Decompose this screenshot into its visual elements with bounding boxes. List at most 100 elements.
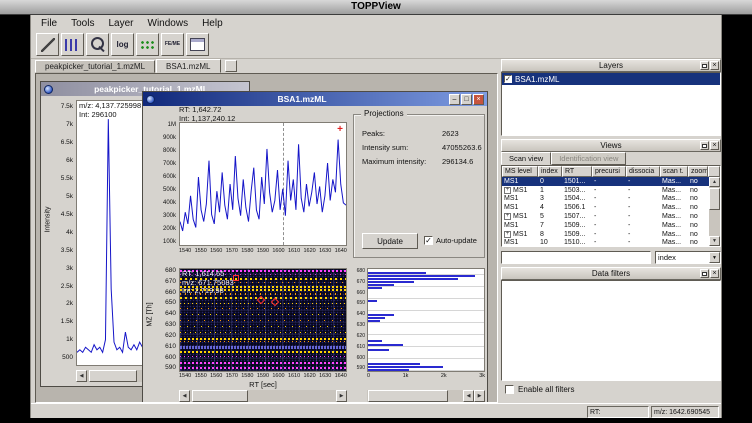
- menu-help[interactable]: Help: [195, 17, 230, 30]
- tick-label: 1.5k: [61, 319, 73, 326]
- update-button[interactable]: Update: [362, 233, 418, 249]
- column-header[interactable]: dissocia: [626, 166, 660, 177]
- tick-label: 2k: [441, 373, 447, 379]
- tick-label: 1640: [335, 248, 347, 254]
- tick-label: 100k: [163, 239, 176, 246]
- scan-table-row[interactable]: +MS151507...--Mas...no: [502, 212, 720, 221]
- scroll-left-icon[interactable]: ◀: [76, 370, 87, 382]
- scroll-left-icon[interactable]: ◀: [463, 390, 474, 402]
- scroll-thumb[interactable]: [368, 390, 448, 402]
- menu-tools[interactable]: Tools: [64, 17, 101, 30]
- menu-bar: FileToolsLayerWindowsHelp: [31, 15, 721, 31]
- column-header[interactable]: zoom: [688, 166, 708, 177]
- selection-marker: [257, 295, 265, 303]
- float-icon[interactable]: [700, 269, 709, 278]
- expand-icon[interactable]: +: [504, 213, 511, 220]
- desktop-titlebar[interactable]: TOPPView: [0, 0, 752, 15]
- column-header[interactable]: scan t.: [660, 166, 688, 177]
- scan-table-row[interactable]: MS131504...--Mas...no: [502, 195, 720, 204]
- minimize-icon[interactable]: –: [449, 94, 460, 105]
- scan-table: MS levelindexRTprecursidissociascan t.zo…: [501, 165, 721, 247]
- scroll-thumb[interactable]: [89, 370, 137, 382]
- zoom-tool-icon[interactable]: [86, 33, 109, 56]
- maximize-icon[interactable]: □: [461, 94, 472, 105]
- views-dock-titlebar[interactable]: Views ×: [501, 139, 721, 152]
- scan-table-row[interactable]: MS141506.1--Mas...no: [502, 203, 720, 212]
- scroll-down-icon[interactable]: ▼: [709, 236, 720, 246]
- close-icon[interactable]: ×: [473, 94, 484, 105]
- rt-plot[interactable]: +: [179, 122, 347, 246]
- projection-h-scrollbar[interactable]: ◀ ▶: [367, 390, 485, 402]
- fe-me-icon[interactable]: FE/ME: [161, 33, 184, 56]
- column-header[interactable]: MS level: [502, 166, 538, 177]
- combo-dropdown-icon[interactable]: ▼: [709, 252, 720, 263]
- expand-icon[interactable]: +: [504, 187, 511, 194]
- tab-scan-view[interactable]: Scan view: [501, 152, 551, 165]
- menu-file[interactable]: File: [34, 17, 64, 30]
- float-icon[interactable]: [700, 141, 709, 150]
- expand-icon[interactable]: +: [504, 231, 511, 238]
- tick-label: 1580: [241, 248, 253, 254]
- close-icon[interactable]: ×: [710, 141, 719, 150]
- tick-label: 400k: [163, 200, 176, 207]
- enable-all-filters-label: Enable all filters: [518, 385, 574, 394]
- measure-tool-icon[interactable]: [36, 33, 59, 56]
- log-scale-icon[interactable]: log: [111, 33, 134, 56]
- scroll-thumb[interactable]: [709, 188, 720, 210]
- scan-table-scrollbar[interactable]: ▲ ▼: [709, 177, 720, 246]
- scan-search-column-combo[interactable]: index ▼: [655, 251, 721, 264]
- auto-update-checkbox[interactable]: ✓: [424, 236, 433, 245]
- peaks-label: Peaks:: [362, 129, 442, 138]
- window-controls: –□×: [449, 94, 484, 105]
- peak-y-axis-label: Intensity: [45, 198, 52, 242]
- layers-dock-titlebar[interactable]: Layers ×: [501, 59, 721, 72]
- layer-visible-checkbox[interactable]: ✓: [504, 75, 512, 83]
- scroll-thumb[interactable]: [192, 390, 248, 402]
- column-header[interactable]: precursi: [592, 166, 626, 177]
- column-header[interactable]: RT: [562, 166, 592, 177]
- tick-label: 1570: [226, 373, 238, 379]
- data-filters-dock-titlebar[interactable]: Data filters ×: [501, 267, 721, 280]
- tick-label: 1570: [226, 248, 238, 254]
- scroll-track[interactable]: [190, 390, 336, 402]
- menu-layer[interactable]: Layer: [101, 17, 140, 30]
- scroll-left-icon[interactable]: ◀: [179, 390, 190, 402]
- bsa-window[interactable]: BSA1.mzML –□× RT: 1,642.72 Int: 1,137,24…: [142, 91, 488, 403]
- column-header[interactable]: index: [538, 166, 562, 177]
- scan-table-row[interactable]: MS101501...--Mas...no: [502, 177, 720, 186]
- enable-all-filters-checkbox[interactable]: [505, 385, 514, 394]
- close-icon[interactable]: ×: [710, 269, 719, 278]
- document-tab-0[interactable]: peakpicker_tutorial_1.mzML: [35, 60, 155, 73]
- tab-list-button[interactable]: [225, 60, 237, 72]
- selection-marker: [270, 298, 278, 306]
- scan-search-input[interactable]: [501, 251, 651, 264]
- scroll-track[interactable]: [709, 187, 720, 236]
- tick-label: 660: [165, 290, 176, 297]
- tick-label: 7.5k: [61, 104, 73, 111]
- scroll-right-icon[interactable]: ▶: [474, 390, 485, 402]
- map-h-scrollbar[interactable]: ◀ ▶: [179, 390, 347, 402]
- layer-item[interactable]: ✓ BSA1.mzML: [502, 73, 720, 85]
- dock-buttons: ×: [700, 61, 719, 70]
- menu-windows[interactable]: Windows: [141, 17, 196, 30]
- peaks-tool-icon[interactable]: [61, 33, 84, 56]
- dots-mode-icon[interactable]: [136, 33, 159, 56]
- annotation-line: Int: 1,137,240.12: [179, 115, 235, 124]
- tick-label: 1590: [257, 248, 269, 254]
- scan-table-row[interactable]: MS171509...--Mas...no: [502, 221, 720, 230]
- scroll-right-icon[interactable]: ▶: [336, 390, 347, 402]
- scan-table-row[interactable]: +MS181509...--Mas...no: [502, 230, 720, 239]
- float-icon[interactable]: [700, 61, 709, 70]
- scroll-track[interactable]: [367, 390, 463, 402]
- bsa-window-titlebar[interactable]: BSA1.mzML –□×: [143, 92, 487, 106]
- mz-projection-plot[interactable]: [367, 268, 485, 372]
- scan-table-row[interactable]: MS1101510...--Mas...no: [502, 239, 720, 247]
- tick-label: 1550: [195, 248, 207, 254]
- close-icon[interactable]: ×: [710, 61, 719, 70]
- tab-identification-view[interactable]: Identification view: [551, 152, 626, 165]
- project-window-icon[interactable]: [186, 33, 209, 56]
- document-tab-1[interactable]: BSA1.mzML: [156, 59, 220, 73]
- map-2d-plot[interactable]: RT: 1,614.65 m/z: 671.75083 Int: 2,719.9…: [179, 268, 347, 372]
- scan-table-row[interactable]: +MS111503...--Mas...no: [502, 186, 720, 195]
- scroll-up-icon[interactable]: ▲: [709, 177, 720, 187]
